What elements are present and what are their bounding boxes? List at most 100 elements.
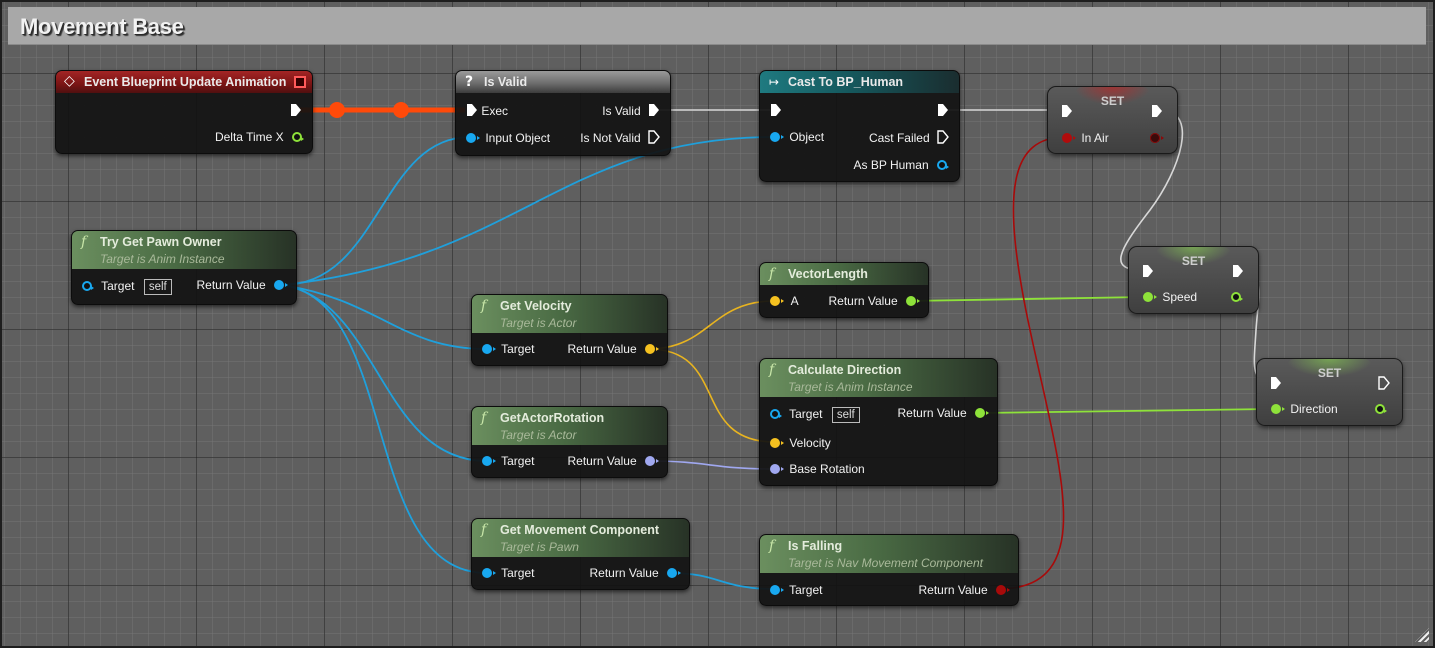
pin-target[interactable]: Target bbox=[770, 582, 822, 598]
node-get-velocity[interactable]: f Get Velocity Target is Actor Target Re… bbox=[471, 294, 668, 366]
reroute-knot[interactable] bbox=[393, 102, 409, 118]
exec-out-pin[interactable] bbox=[1232, 264, 1244, 278]
node-vector-length[interactable]: f VectorLength A Return Value bbox=[759, 262, 929, 318]
node-header: f Try Get Pawn Owner Target is Anim Inst… bbox=[72, 231, 296, 269]
node-is-falling[interactable]: f Is Falling Target is Nav Movement Comp… bbox=[759, 534, 1019, 606]
pin-exec-in[interactable] bbox=[770, 103, 782, 119]
node-get-actor-rotation[interactable]: f GetActorRotation Target is Actor Targe… bbox=[471, 406, 668, 478]
vector-pin-icon bbox=[770, 438, 784, 448]
float-output-pin[interactable] bbox=[1375, 404, 1387, 414]
function-icon: f bbox=[481, 298, 487, 314]
pin-direction[interactable]: Direction bbox=[1271, 401, 1338, 417]
exec-out-pin[interactable] bbox=[1151, 104, 1163, 118]
object-wire-pawn-to-cast[interactable] bbox=[281, 136, 776, 286]
exec-out-pin[interactable] bbox=[290, 103, 302, 119]
object-wire-pawn-to-getrotation[interactable] bbox=[281, 284, 488, 462]
node-title: GetActorRotation bbox=[500, 411, 605, 425]
pin-object[interactable]: Object bbox=[770, 129, 824, 145]
object-pin-icon bbox=[482, 568, 496, 578]
pin-exec-out[interactable] bbox=[937, 103, 949, 119]
node-set-direction[interactable]: SET Direction bbox=[1256, 358, 1403, 426]
bool-pin-icon bbox=[1062, 133, 1076, 143]
node-set-in-air[interactable]: SET In Air bbox=[1047, 86, 1178, 154]
node-try-get-pawn-owner[interactable]: f Try Get Pawn Owner Target is Anim Inst… bbox=[71, 230, 297, 305]
exec-out-pin[interactable] bbox=[1378, 376, 1390, 390]
object-wire-pawn-to-getmovement[interactable] bbox=[281, 284, 488, 574]
vector-pin-icon bbox=[770, 296, 784, 306]
node-calculate-direction[interactable]: f Calculate Direction Target is Anim Ins… bbox=[759, 358, 998, 486]
pin-base-rotation[interactable]: Base Rotation bbox=[770, 461, 865, 477]
node-event-blueprint-update-animation[interactable]: ◇ Event Blueprint Update Animation Delta… bbox=[55, 70, 313, 154]
exec-in-pin[interactable] bbox=[1061, 104, 1073, 118]
float-pin-icon bbox=[975, 408, 989, 418]
pin-is-valid[interactable]: Is Valid bbox=[602, 103, 660, 119]
event-diamond-icon: ◇ bbox=[64, 73, 75, 89]
node-title: Get Velocity bbox=[500, 299, 572, 313]
object-wire-pawn-to-getvelocity[interactable] bbox=[281, 284, 488, 350]
node-title: Is Falling bbox=[788, 539, 843, 553]
pin-speed[interactable]: Speed bbox=[1143, 289, 1197, 305]
pin-return-value[interactable]: Return Value bbox=[829, 293, 920, 309]
pin-return-value[interactable]: Return Value bbox=[568, 453, 659, 469]
object-wire-pawn-to-isvalid[interactable] bbox=[281, 136, 471, 286]
exec-in-pin[interactable] bbox=[1142, 264, 1154, 278]
pin-return-value[interactable]: Return Value bbox=[568, 341, 659, 357]
object-pin-icon bbox=[274, 280, 288, 290]
pin-target[interactable]: Target bbox=[482, 341, 534, 357]
object-pin-icon bbox=[667, 568, 681, 578]
delegate-pin-icon[interactable] bbox=[294, 76, 306, 88]
pin-return-value[interactable]: Return Value bbox=[590, 565, 681, 581]
float-wire-calcdirection-to-direction[interactable] bbox=[977, 408, 1274, 414]
node-title: Cast To BP_Human bbox=[788, 75, 904, 89]
pin-exec-in[interactable]: Exec bbox=[466, 103, 508, 119]
node-header: ? Is Valid bbox=[456, 71, 670, 93]
node-header: f Calculate Direction Target is Anim Ins… bbox=[760, 359, 997, 397]
node-subtitle: Target is Pawn bbox=[500, 540, 579, 554]
function-icon: f bbox=[769, 362, 775, 378]
float-wire-vectorlength-to-speed[interactable] bbox=[907, 296, 1147, 302]
blueprint-graph-canvas[interactable]: Movement Base ◇ Event Blueprint Update A… bbox=[0, 0, 1435, 648]
self-default-value: self bbox=[831, 407, 860, 423]
pin-input-object[interactable]: Input Object bbox=[466, 130, 550, 146]
function-icon: f bbox=[81, 234, 87, 250]
pin-return-value[interactable]: Return Value bbox=[919, 582, 1010, 598]
node-subtitle: Target is Actor bbox=[500, 428, 577, 442]
float-pin-icon bbox=[1143, 292, 1157, 302]
pin-return-value[interactable]: Return Value bbox=[898, 405, 989, 421]
node-subtitle: Target is Actor bbox=[500, 316, 577, 330]
pin-return-value[interactable]: Return Value bbox=[197, 277, 288, 293]
pin-in-air[interactable]: In Air bbox=[1062, 130, 1109, 146]
node-header: ◇ Event Blueprint Update Animation bbox=[56, 71, 312, 93]
object-pin-icon bbox=[482, 456, 496, 466]
object-pin-icon bbox=[482, 344, 496, 354]
node-get-movement-component[interactable]: f Get Movement Component Target is Pawn … bbox=[471, 518, 690, 590]
float-output-pin[interactable] bbox=[1231, 292, 1243, 302]
node-header: f Get Movement Component Target is Pawn bbox=[472, 519, 689, 557]
float-pin-icon bbox=[292, 132, 304, 142]
vector-pin-icon bbox=[645, 344, 659, 354]
function-icon: f bbox=[769, 266, 775, 282]
pin-is-not-valid[interactable]: Is Not Valid bbox=[580, 130, 660, 146]
pin-a[interactable]: A bbox=[770, 293, 799, 309]
exec-in-pin[interactable] bbox=[1270, 376, 1282, 390]
bool-wire-isfalling-to-inair[interactable] bbox=[997, 136, 1067, 590]
node-header: f GetActorRotation Target is Actor bbox=[472, 407, 667, 445]
node-cast-to-bp-human[interactable]: ↦ Cast To BP_Human Object Cast Failed As… bbox=[759, 70, 960, 182]
node-is-valid[interactable]: ? Is Valid Exec Input Object Is Valid Is… bbox=[455, 70, 671, 156]
function-icon: f bbox=[769, 538, 775, 554]
pin-target[interactable]: Target bbox=[482, 453, 534, 469]
pin-target[interactable]: Target bbox=[482, 565, 534, 581]
pin-as-bp-human[interactable]: As BP Human bbox=[854, 157, 949, 173]
node-title: Get Movement Component bbox=[500, 523, 660, 537]
node-set-speed[interactable]: SET Speed bbox=[1128, 246, 1259, 314]
bool-output-pin[interactable] bbox=[1150, 133, 1164, 143]
pin-target[interactable]: Target self bbox=[770, 406, 860, 423]
object-pin-icon bbox=[770, 585, 784, 595]
pin-target[interactable]: Target self bbox=[82, 278, 172, 295]
node-title: Try Get Pawn Owner bbox=[100, 235, 222, 249]
pin-cast-failed[interactable]: Cast Failed bbox=[869, 130, 949, 146]
reroute-knot[interactable] bbox=[329, 102, 345, 118]
function-icon: f bbox=[481, 522, 487, 538]
pin-velocity[interactable]: Velocity bbox=[770, 435, 831, 451]
pin-delta-time-x[interactable]: Delta Time X bbox=[215, 129, 304, 145]
